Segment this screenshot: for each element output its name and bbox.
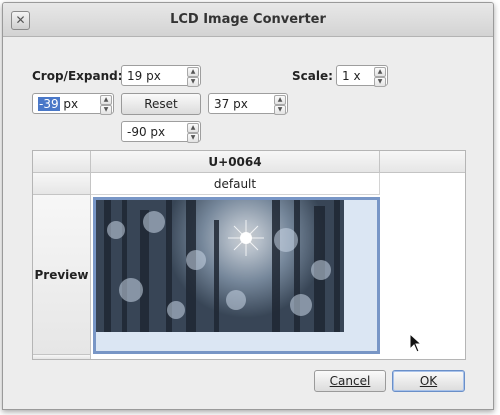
- spin-up-icon[interactable]: ▲: [187, 67, 199, 77]
- crop-left-stepper[interactable]: ▲ ▼: [100, 95, 112, 115]
- cancel-button[interactable]: Cancel: [314, 370, 386, 392]
- titlebar: ✕ LCD Image Converter: [3, 3, 493, 37]
- crop-bottom-value[interactable]: -90 px: [127, 125, 165, 139]
- cancel-label: Cancel: [329, 374, 371, 388]
- scale-label: Scale:: [292, 69, 333, 83]
- crop-right-value[interactable]: 37 px: [214, 97, 248, 111]
- row-header-empty: [33, 355, 91, 359]
- crop-right-stepper[interactable]: ▲ ▼: [274, 95, 286, 115]
- window-title: LCD Image Converter: [170, 12, 326, 27]
- crop-left-value[interactable]: -39 px: [38, 97, 78, 111]
- spin-up-icon[interactable]: ▲: [274, 95, 286, 105]
- unit-text: px: [59, 97, 79, 111]
- selected-text: -39: [38, 97, 60, 111]
- column-header-filler: [380, 151, 465, 173]
- crop-right-spinbox[interactable]: 37 px ▲ ▼: [208, 93, 288, 115]
- scale-spinbox[interactable]: 1 x ▲ ▼: [336, 65, 388, 87]
- ok-label: OK: [419, 374, 438, 388]
- crop-top-stepper[interactable]: ▲ ▼: [187, 67, 199, 87]
- row-header-preview[interactable]: Preview: [33, 195, 91, 355]
- spin-down-icon[interactable]: ▼: [187, 77, 199, 87]
- spin-down-icon[interactable]: ▼: [374, 77, 386, 87]
- crop-top-value[interactable]: 19 px: [127, 69, 161, 83]
- cell-default[interactable]: default: [91, 173, 380, 195]
- crop-bottom-stepper[interactable]: ▲ ▼: [187, 123, 199, 143]
- scale-value[interactable]: 1 x: [342, 69, 361, 83]
- crop-left-spinbox[interactable]: -39 px ▲ ▼: [32, 93, 114, 115]
- reset-button[interactable]: Reset: [121, 93, 201, 115]
- ok-button[interactable]: OK: [392, 370, 465, 392]
- crop-expand-label: Crop/Expand:: [32, 69, 123, 83]
- spin-up-icon[interactable]: ▲: [374, 67, 386, 77]
- column-header[interactable]: U+0064: [91, 151, 380, 173]
- spin-down-icon[interactable]: ▼: [100, 105, 112, 115]
- spin-down-icon[interactable]: ▼: [274, 105, 286, 115]
- spin-up-icon[interactable]: ▲: [187, 123, 199, 133]
- spin-down-icon[interactable]: ▼: [187, 133, 199, 143]
- crop-bottom-spinbox[interactable]: -90 px ▲ ▼: [121, 121, 201, 143]
- spin-up-icon[interactable]: ▲: [100, 95, 112, 105]
- crop-top-spinbox[interactable]: 19 px ▲ ▼: [121, 65, 201, 87]
- preview-cell[interactable]: [93, 197, 380, 354]
- mouse-pointer-icon: [409, 333, 423, 353]
- row-header-default[interactable]: [33, 173, 91, 195]
- preview-table: U+0064 default Preview: [32, 150, 466, 360]
- scale-stepper[interactable]: ▲ ▼: [374, 67, 386, 87]
- table-corner-header: [33, 151, 91, 173]
- forest-preview-image: [96, 200, 344, 332]
